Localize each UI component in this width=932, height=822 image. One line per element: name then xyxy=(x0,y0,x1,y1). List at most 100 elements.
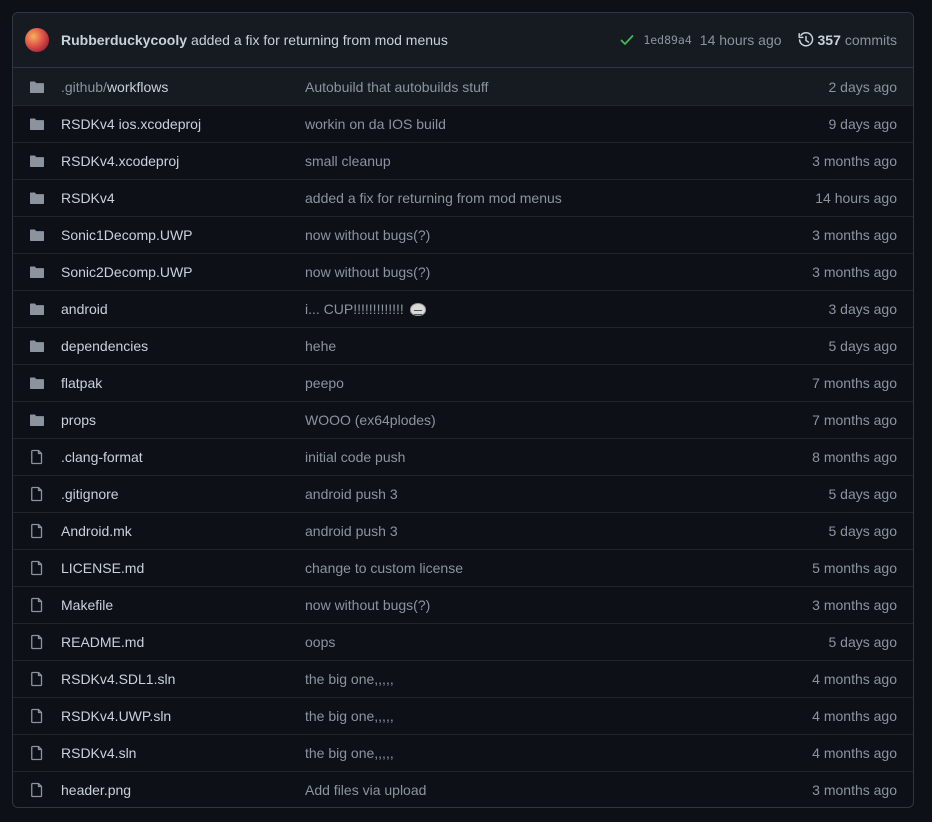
commit-age: 8 months ago xyxy=(812,449,897,465)
check-icon[interactable] xyxy=(619,32,635,48)
file-name-link[interactable]: Sonic1Decomp.UWP xyxy=(61,227,305,243)
file-name-link[interactable]: .clang-format xyxy=(61,449,305,465)
file-name-link[interactable]: android xyxy=(61,301,305,317)
file-icon xyxy=(29,782,45,798)
file-name-link[interactable]: RSDKv4 ios.xcodeproj xyxy=(61,116,305,132)
file-name-link[interactable]: header.png xyxy=(61,782,305,798)
commit-message-link[interactable]: android push 3 xyxy=(305,523,829,539)
commit-count: 357 xyxy=(817,32,841,48)
file-name-link[interactable]: Makefile xyxy=(61,597,305,613)
file-row[interactable]: android i... CUP!!!!!!!!!!!!! 3 days ago xyxy=(13,290,913,327)
file-row[interactable]: .github/workflows Autobuild that autobuil… xyxy=(13,68,913,105)
file-name: props xyxy=(61,412,97,428)
file-row[interactable]: RSDKv4 ios.xcodeproj workin on da IOS bui… xyxy=(13,105,913,142)
file-name: header.png xyxy=(61,782,132,798)
commit-message-link[interactable]: now without bugs(?) xyxy=(305,227,812,243)
commit-message-link[interactable]: initial code push xyxy=(305,449,812,465)
file-row[interactable]: LICENSE.md change to custom license 5 mont… xyxy=(13,549,913,586)
commit-message: i... CUP!!!!!!!!!!!!! xyxy=(305,301,404,317)
file-name-link[interactable]: RSDKv4 xyxy=(61,190,305,206)
commit-message: WOOO (ex64plodes) xyxy=(305,412,436,428)
commit-message-link[interactable]: the big one,,,,, xyxy=(305,708,812,724)
file-name-link[interactable]: RSDKv4.sln xyxy=(61,745,305,761)
commit-message: Add files via upload xyxy=(305,782,427,798)
commit-message: now without bugs(?) xyxy=(305,264,431,280)
file-row[interactable]: RSDKv4.SDL1.sln the big one,,,,, 4 months … xyxy=(13,660,913,697)
commit-message-link[interactable]: added a fix for returning from mod menus xyxy=(191,32,448,48)
file-row[interactable]: flatpak peepo 7 months ago xyxy=(13,364,913,401)
file-row[interactable]: .gitignore android push 3 5 days ago xyxy=(13,475,913,512)
commit-age: 7 months ago xyxy=(812,375,897,391)
file-name-link[interactable]: .github/workflows xyxy=(61,79,305,95)
file-name-link[interactable]: props xyxy=(61,412,305,428)
file-row[interactable]: RSDKv4.xcodeproj small cleanup 3 months ag… xyxy=(13,142,913,179)
file-name: Makefile xyxy=(61,597,114,613)
commit-message-link[interactable]: the big one,,,,, xyxy=(305,745,812,761)
commit-message-link[interactable]: now without bugs(?) xyxy=(305,597,812,613)
file-row[interactable]: Sonic1Decomp.UWP now without bugs(?) 3 mon… xyxy=(13,216,913,253)
commit-message-link[interactable]: Add files via upload xyxy=(305,782,812,798)
file-name-link[interactable]: dependencies xyxy=(61,338,305,354)
commit-message-link[interactable]: change to custom license xyxy=(305,560,812,576)
commit-age: 3 months ago xyxy=(812,153,897,169)
file-icon xyxy=(29,523,45,539)
file-row[interactable]: RSDKv4 added a fix for returning from mod… xyxy=(13,179,913,216)
commit-message: android push 3 xyxy=(305,523,398,539)
file-name-link[interactable]: Android.mk xyxy=(61,523,305,539)
commit-message: now without bugs(?) xyxy=(305,597,431,613)
file-name: Sonic2Decomp.UWP xyxy=(61,264,193,280)
file-row[interactable]: .clang-format initial code push 8 months a… xyxy=(13,438,913,475)
commit-message-link[interactable]: now without bugs(?) xyxy=(305,264,812,280)
file-icon xyxy=(29,449,45,465)
file-name-link[interactable]: README.md xyxy=(61,634,305,650)
file-name: workflows xyxy=(106,78,169,95)
file-icon xyxy=(29,486,45,502)
commits-history-link[interactable]: 357 commits xyxy=(797,32,897,48)
commit-age: 5 days ago xyxy=(828,486,898,502)
avatar[interactable] xyxy=(25,28,49,52)
latest-commit-bar: Rubberduckycooly added a fix for returni… xyxy=(13,13,913,68)
folder-icon xyxy=(29,79,45,95)
file-row[interactable]: RSDKv4.sln the big one,,,,, 4 months ago xyxy=(13,734,913,771)
file-row[interactable]: Makefile now without bugs(?) 3 months ago xyxy=(13,586,913,623)
folder-icon xyxy=(29,190,45,206)
folder-icon xyxy=(29,116,45,132)
commit-message-link[interactable]: the big one,,,,, xyxy=(305,671,812,687)
file-name-link[interactable]: RSDKv4.xcodeproj xyxy=(61,153,305,169)
commit-message-link[interactable]: android push 3 xyxy=(305,486,829,502)
file-name: README.md xyxy=(61,634,145,650)
commit-message: change to custom license xyxy=(305,560,463,576)
file-row[interactable]: header.png Add files via upload 3 months a… xyxy=(13,771,913,807)
commit-message-link[interactable]: WOOO (ex64plodes) xyxy=(305,412,812,428)
file-name-link[interactable]: LICENSE.md xyxy=(61,560,305,576)
commit-message-link[interactable]: Autobuild that autobuilds stuff xyxy=(305,79,829,95)
file-name-link[interactable]: flatpak xyxy=(61,375,305,391)
file-name-link[interactable]: Sonic2Decomp.UWP xyxy=(61,264,305,280)
commit-message: android push 3 xyxy=(305,486,398,502)
file-row[interactable]: props WOOO (ex64plodes) 7 months ago xyxy=(13,401,913,438)
file-name-link[interactable]: RSDKv4.SDL1.sln xyxy=(61,671,305,687)
commit-message: peepo xyxy=(305,375,344,391)
commit-message-link[interactable]: hehe xyxy=(305,338,829,354)
file-row[interactable]: dependencies hehe 5 days ago xyxy=(13,327,913,364)
file-icon xyxy=(29,560,45,576)
folder-icon xyxy=(29,375,45,391)
commit-message-link[interactable]: small cleanup xyxy=(305,153,812,169)
file-name: LICENSE.md xyxy=(61,560,145,576)
file-name-link[interactable]: RSDKv4.UWP.sln xyxy=(61,708,305,724)
file-name-link[interactable]: .gitignore xyxy=(61,486,305,502)
commit-message-link[interactable]: i... CUP!!!!!!!!!!!!! xyxy=(305,301,829,317)
file-row[interactable]: Android.mk android push 3 5 days ago xyxy=(13,512,913,549)
commit-message-link[interactable]: oops xyxy=(305,634,829,650)
commit-message: the big one,,,,, xyxy=(305,708,394,724)
commit-message-link[interactable]: peepo xyxy=(305,375,812,391)
file-list: .github/workflows Autobuild that autobuil… xyxy=(13,68,913,807)
commit-sha-link[interactable]: 1ed89a4 xyxy=(643,33,691,47)
file-row[interactable]: README.md oops 5 days ago xyxy=(13,623,913,660)
commit-message-link[interactable]: workin on da IOS build xyxy=(305,116,829,132)
commit-age: 5 days ago xyxy=(828,523,898,539)
commit-author-link[interactable]: Rubberduckycooly xyxy=(61,32,187,48)
commit-message-link[interactable]: added a fix for returning from mod menus xyxy=(305,190,815,206)
file-row[interactable]: RSDKv4.UWP.sln the big one,,,,, 4 months a… xyxy=(13,697,913,734)
file-row[interactable]: Sonic2Decomp.UWP now without bugs(?) 3 mon… xyxy=(13,253,913,290)
